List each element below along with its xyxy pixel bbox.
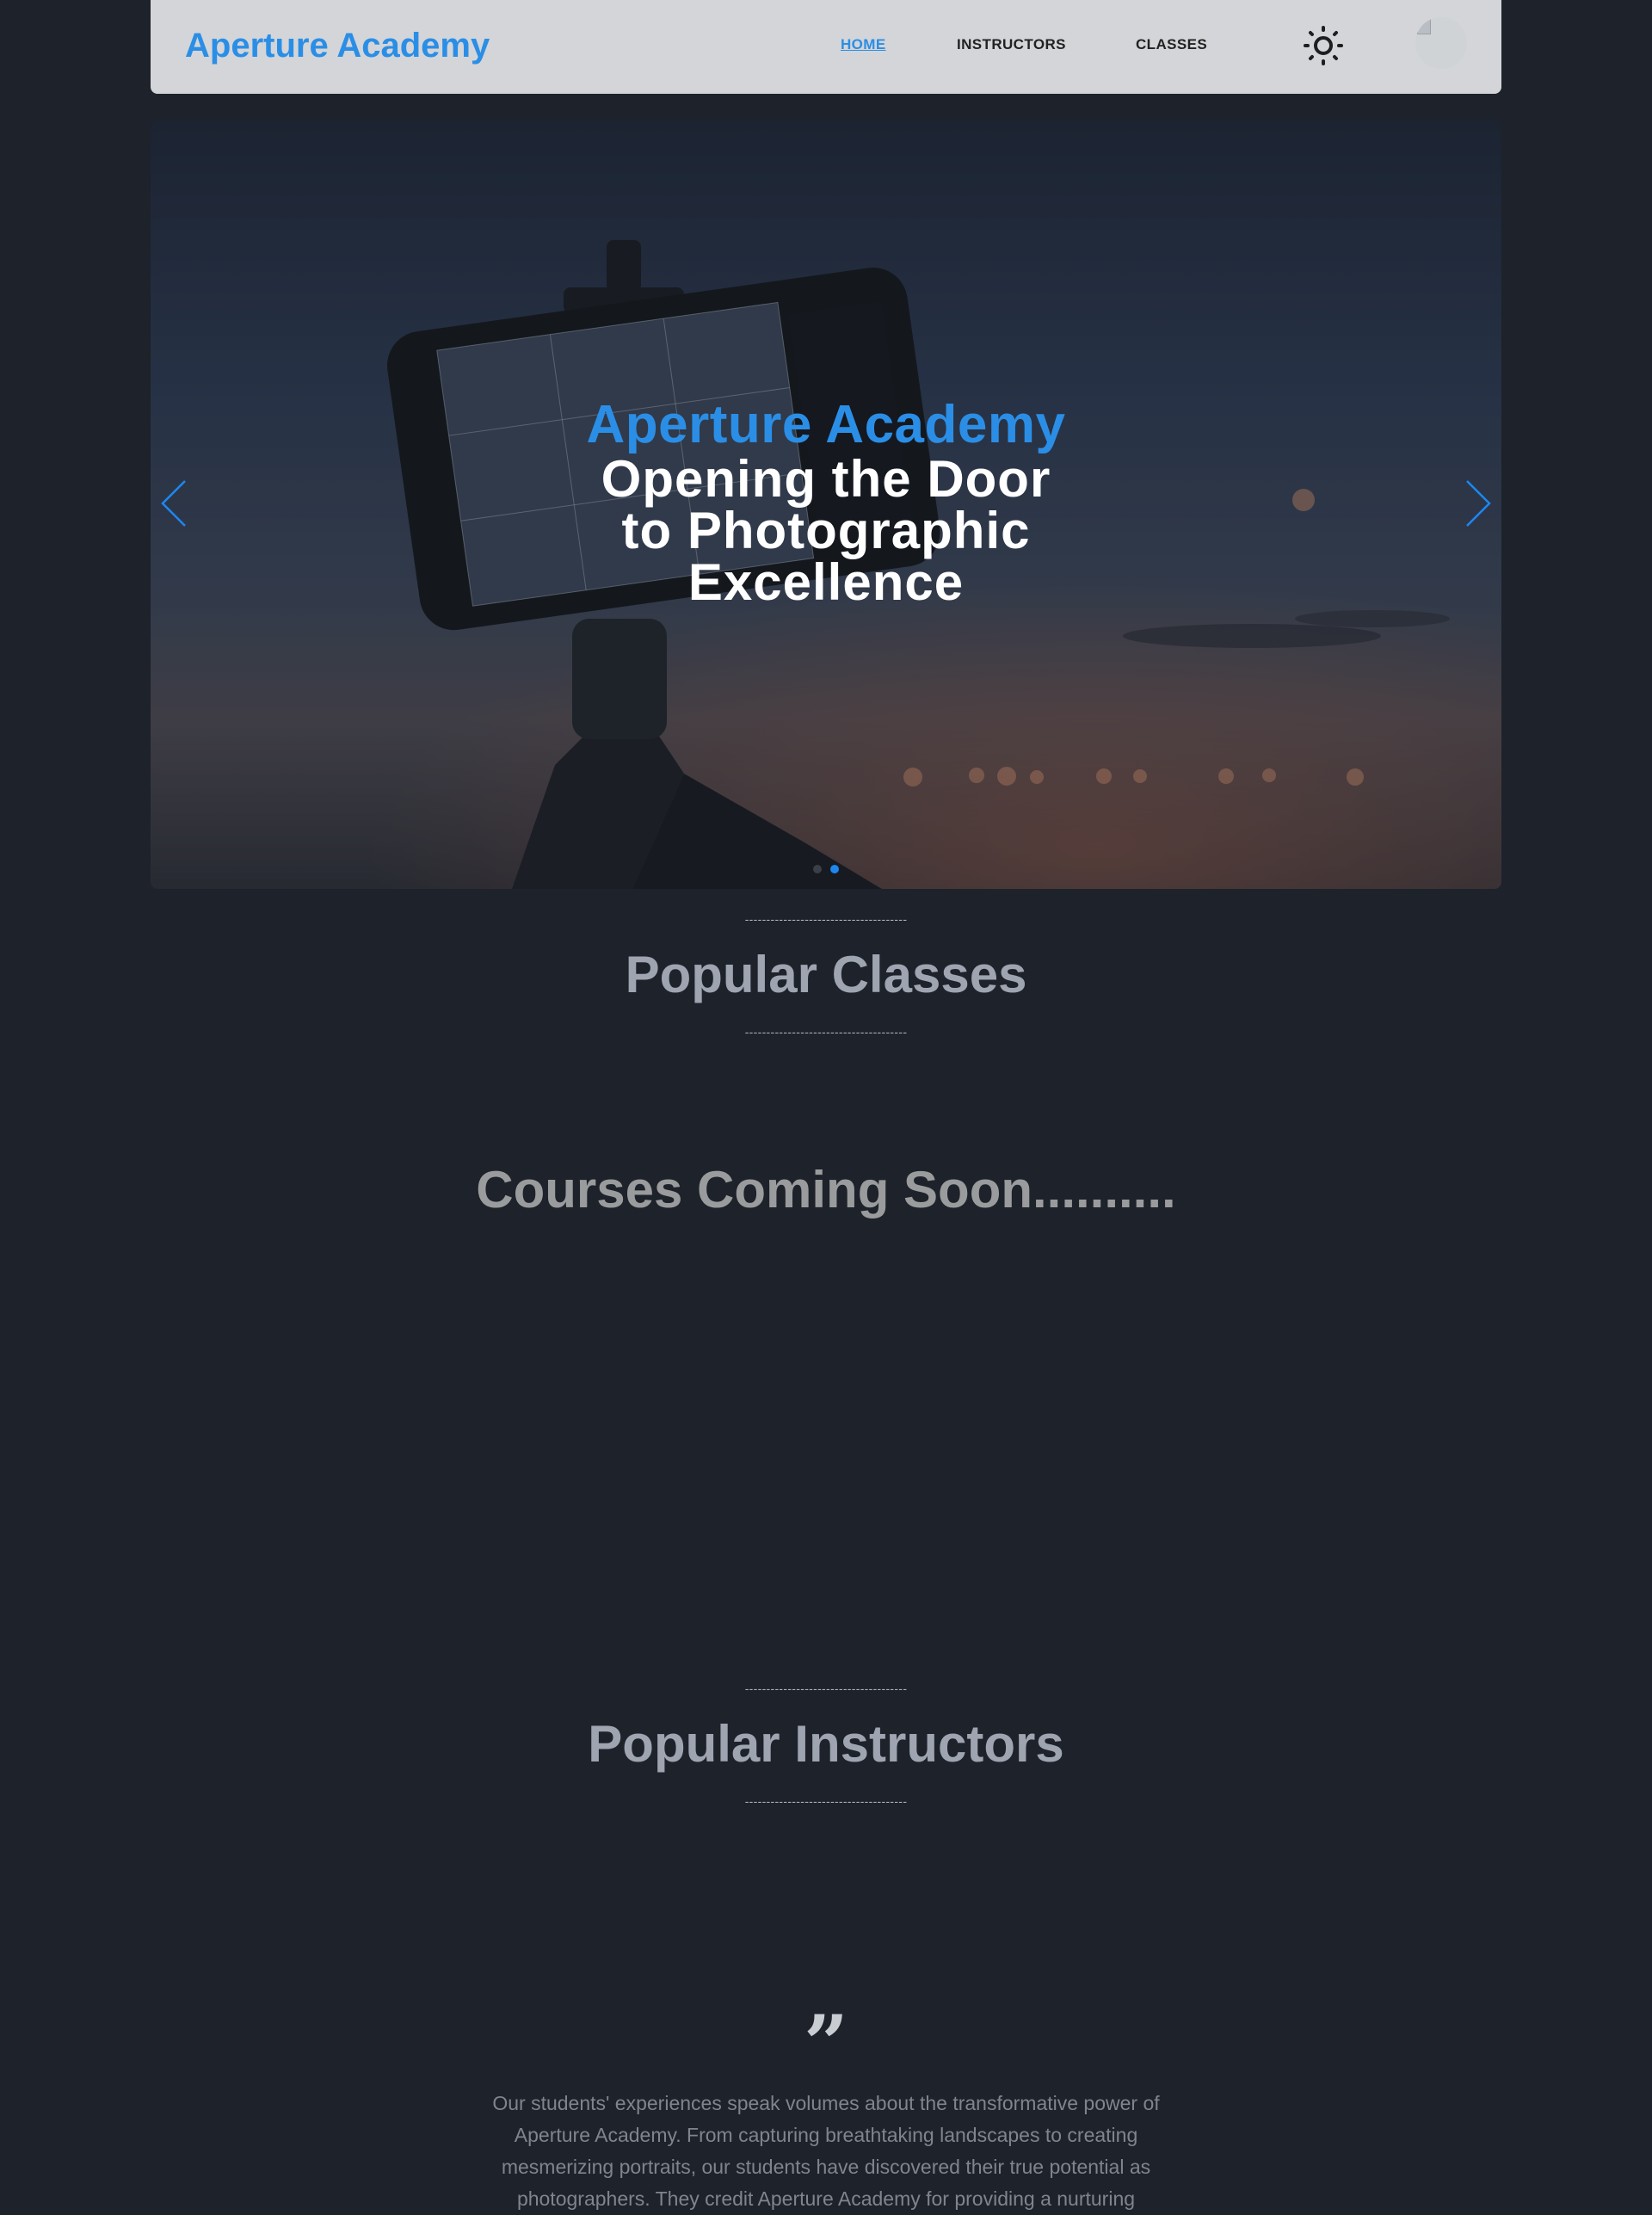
- carousel-prev-button[interactable]: [159, 478, 194, 529]
- carousel-next-button[interactable]: [1458, 478, 1493, 529]
- popular-instructors-heading: Popular Instructors: [588, 1715, 1064, 1773]
- nav-link-classes[interactable]: CLASSES: [1136, 36, 1207, 53]
- nav-link-instructors[interactable]: INSTRUCTORS: [957, 36, 1066, 53]
- brand-logo[interactable]: Aperture Academy: [185, 27, 490, 65]
- sun-icon: [1304, 26, 1343, 65]
- navbar: Aperture Academy HOME INSTRUCTORS CLASSE…: [151, 0, 1501, 94]
- testimonial-text: Our students' experiences speak volumes …: [492, 2092, 1160, 2210]
- theme-toggle-button[interactable]: [1304, 26, 1343, 65]
- hero-title: Aperture Academy: [586, 395, 1066, 454]
- section-divider: --------------------------------------: [744, 912, 908, 926]
- carousel-dot-2[interactable]: [830, 865, 839, 873]
- popular-classes-heading: Popular Classes: [625, 946, 1027, 1003]
- chevron-left-icon: [161, 480, 186, 527]
- hero-subtitle: Opening the Door to Photographic Excelle…: [601, 450, 1051, 611]
- user-avatar[interactable]: [1415, 17, 1467, 69]
- chevron-right-icon: [1466, 480, 1491, 527]
- hero-carousel: Aperture Academy Opening the Door to Pho…: [151, 120, 1501, 889]
- quote-icon: ”: [804, 1998, 848, 2089]
- section-divider: --------------------------------------: [744, 1681, 908, 1695]
- courses-coming-soon-text: Courses Coming Soon..........: [476, 1161, 1176, 1219]
- nav-link-home[interactable]: HOME: [841, 36, 886, 53]
- section-divider: --------------------------------------: [744, 1794, 908, 1808]
- carousel-dot-1[interactable]: [813, 865, 822, 873]
- section-divider: --------------------------------------: [744, 1025, 908, 1039]
- hero-text: Aperture Academy Opening the Door to Pho…: [151, 397, 1501, 608]
